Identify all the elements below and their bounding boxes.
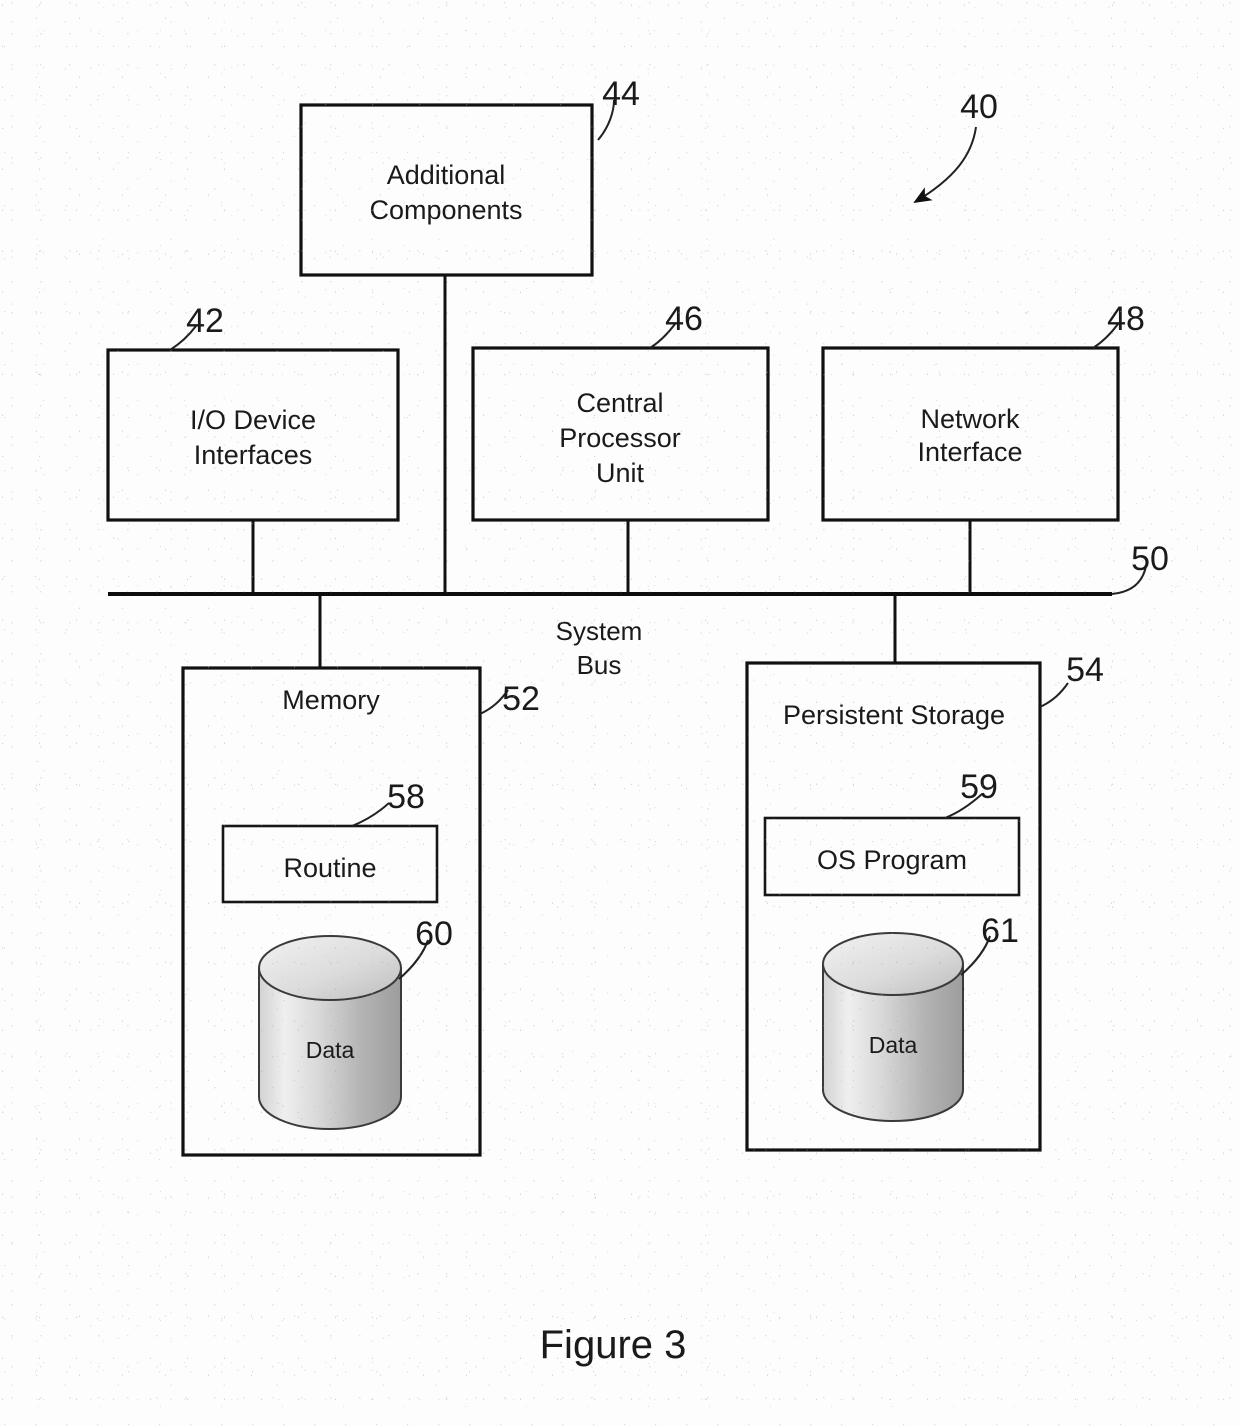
- central-processor-unit-label-line2: Processor: [559, 423, 681, 453]
- ref-number-40: 40: [960, 88, 998, 126]
- central-processor-unit-label-line1: Central: [576, 388, 663, 418]
- system-ref-arrow-group: [913, 126, 977, 204]
- ref-number-44: 44: [602, 75, 640, 113]
- central-processor-unit-label-line3: Unit: [596, 458, 645, 488]
- memory-data-cylinder-top: [258, 935, 402, 1001]
- ref-number-42: 42: [186, 302, 224, 340]
- routine-leader: [351, 802, 390, 827]
- ref-number-52: 52: [502, 680, 540, 718]
- ref-number-58: 58: [387, 778, 425, 816]
- ref-number-61: 61: [981, 912, 1019, 950]
- network-interface-label-line2: Interface: [917, 437, 1022, 467]
- figure-page: Additional Components 44 40 I/O Device I…: [0, 0, 1240, 1426]
- memory-data-label: Data: [306, 1037, 355, 1063]
- system-ref-arrow: [913, 126, 977, 204]
- ref-number-46: 46: [665, 300, 703, 338]
- memory-data-cylinder: [258, 935, 402, 1130]
- ref-number-54: 54: [1066, 651, 1104, 689]
- figure-caption: Figure 3: [540, 1323, 687, 1367]
- additional-components-box: [299, 103, 594, 277]
- memory-title: Memory: [282, 685, 380, 715]
- io-device-interfaces-label-line1: I/O Device: [190, 405, 316, 435]
- additional-components-label-line1: Additional: [387, 160, 506, 190]
- ref-number-59: 59: [960, 768, 998, 806]
- persistent-storage-data-label: Data: [869, 1032, 918, 1058]
- io-device-interfaces-label-line2: Interfaces: [194, 440, 313, 470]
- ref-number-60: 60: [415, 915, 453, 953]
- persistent-storage-title: Persistent Storage: [783, 700, 1005, 730]
- network-interface-label-line1: Network: [920, 404, 1020, 434]
- additional-components-label-line2: Components: [369, 195, 522, 225]
- ref-number-48: 48: [1107, 300, 1145, 338]
- system-bus-label-line1: System: [556, 616, 643, 646]
- persistent-storage-leader: [1039, 682, 1069, 708]
- persistent-storage-data-cylinder-top: [822, 932, 964, 996]
- os-program-label: OS Program: [817, 845, 967, 875]
- routine-label: Routine: [283, 853, 376, 883]
- network-interface-box: [821, 346, 1120, 522]
- ref-number-50: 50: [1131, 540, 1169, 578]
- system-block-diagram: Additional Components 44 40 I/O Device I…: [106, 75, 1169, 1367]
- io-device-interfaces-box: [106, 348, 400, 522]
- system-bus-label-line2: Bus: [577, 650, 622, 680]
- persistent-storage-data-cylinder: [822, 932, 964, 1122]
